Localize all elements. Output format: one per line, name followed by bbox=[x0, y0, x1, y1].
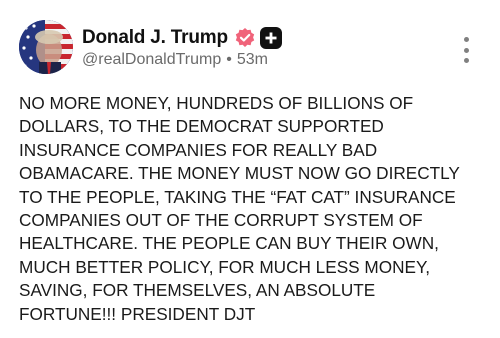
post-text-line: INSURANCE COMPANIES FOR REALLY BAD bbox=[19, 139, 378, 160]
post-text-line: TO THE PEOPLE, TAKING THE “FAT CAT” INSU… bbox=[19, 186, 456, 207]
more-dot bbox=[463, 47, 469, 53]
author-handle[interactable]: @realDonaldTrump bbox=[82, 51, 221, 68]
post-timestamp[interactable]: 53m bbox=[237, 51, 268, 68]
post-text-line: MUCH BETTER POLICY, FOR MUCH LESS MONEY, bbox=[19, 256, 430, 277]
post-text-line: SAVING, FOR THEMSELVES, AN ABSOLUTE bbox=[19, 280, 376, 301]
post-text-line: DOLLARS, TO THE DEMOCRAT SUPPORTED bbox=[19, 116, 384, 137]
post-card: Donald J. Trump @realDonaldTrump • 53m NO … bbox=[0, 0, 500, 338]
post-text-line: HEALTHCARE. THE PEOPLE CAN BUY THEIR OWN… bbox=[19, 233, 439, 254]
avatar[interactable] bbox=[19, 20, 73, 74]
more-vertical-icon[interactable] bbox=[458, 37, 474, 63]
author-meta-row: @realDonaldTrump • 53m bbox=[82, 51, 268, 69]
post-text-line: NO MORE MONEY, HUNDREDS OF BILLIONS OF bbox=[19, 93, 414, 113]
post-text-line: FORTUNE!!! PRESIDENT DJT bbox=[19, 303, 256, 324]
post-text: NO MORE MONEY, HUNDREDS OF BILLIONS OF D… bbox=[19, 92, 489, 326]
author-name-row: Donald J. Trump bbox=[82, 26, 282, 50]
verified-check-icon bbox=[234, 27, 256, 49]
plus-badge-icon bbox=[259, 27, 282, 49]
more-dot bbox=[463, 58, 469, 63]
more-dot bbox=[463, 37, 469, 42]
profile-photo-flag-avatar bbox=[19, 20, 73, 74]
author-display-name[interactable]: Donald J. Trump bbox=[82, 27, 228, 49]
post-text-line: COMPANIES OUT OF THE CORRUPT SYSTEM OF bbox=[19, 210, 423, 231]
meta-separator: • bbox=[226, 51, 232, 68]
post-text-line: OBAMACARE. THE MONEY MUST NOW GO DIRECTL… bbox=[19, 163, 460, 184]
